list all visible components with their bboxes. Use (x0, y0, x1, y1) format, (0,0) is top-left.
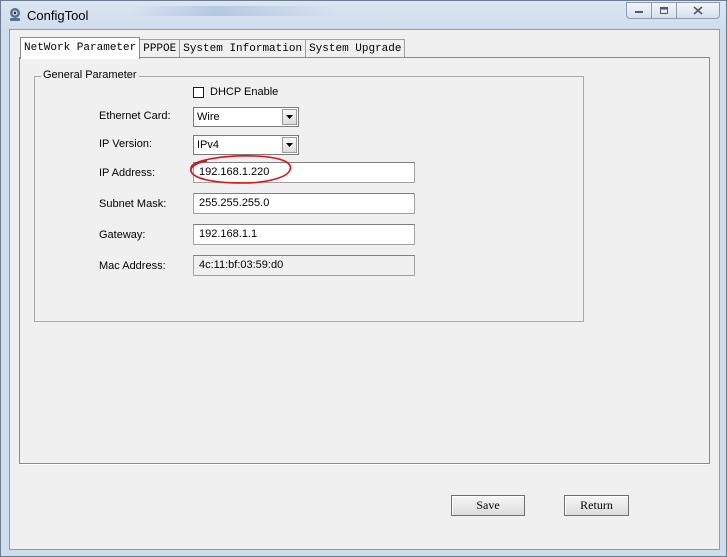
tab-system-upgrade[interactable]: System Upgrade (305, 39, 406, 58)
network-parameter-panel: General Parameter DHCP Enable Ethernet C… (19, 57, 710, 465)
gateway-value: 192.168.1.1 (199, 228, 258, 240)
ip-address-label: IP Address: (99, 167, 156, 179)
maximize-button[interactable] (652, 2, 677, 19)
title-bar-blur (131, 6, 341, 16)
ip-version-label: IP Version: (99, 138, 152, 150)
ip-address-value: 192.168.1.220 (199, 166, 270, 178)
app-camera-icon (7, 7, 23, 23)
mac-address-label: Mac Address: (99, 260, 166, 272)
gateway-input[interactable]: 192.168.1.1 (193, 224, 415, 245)
maximize-icon (660, 7, 668, 14)
close-icon (693, 6, 703, 15)
client-area: NetWork Parameter PPPOE System Informati… (9, 29, 720, 550)
dhcp-enable-row[interactable]: DHCP Enable (193, 86, 278, 98)
ip-version-dropdown-arrow[interactable] (282, 137, 297, 153)
mac-address-field: 4c:11:bf:03:59:d0 (193, 255, 415, 276)
tab-pppoe[interactable]: PPPOE (139, 39, 181, 58)
subnet-mask-value: 255.255.255.0 (199, 197, 270, 209)
group-legend: General Parameter (41, 69, 139, 81)
subnet-mask-input[interactable]: 255.255.255.0 (193, 193, 415, 214)
return-button[interactable]: Return (564, 495, 629, 516)
mac-address-value: 4c:11:bf:03:59:d0 (199, 259, 284, 271)
chevron-down-icon (286, 143, 293, 147)
dhcp-enable-label[interactable]: DHCP Enable (210, 86, 278, 98)
chevron-down-icon (286, 115, 293, 119)
window-title: ConfigTool (27, 8, 89, 23)
ip-address-input[interactable]: 192.168.1.220 (193, 162, 415, 183)
subnet-mask-label: Subnet Mask: (99, 198, 167, 210)
tab-strip: NetWork Parameter PPPOE System Informati… (20, 36, 406, 59)
ip-version-select[interactable]: IPv4 (193, 135, 299, 155)
gateway-label: Gateway: (99, 229, 146, 241)
minimize-button[interactable] (626, 2, 652, 19)
dhcp-enable-checkbox[interactable] (193, 86, 204, 98)
config-tool-window: ConfigTool NetWork Parameter PPPOE Syste… (0, 0, 727, 557)
save-button[interactable]: Save (451, 495, 525, 516)
close-button[interactable] (677, 2, 720, 19)
ethernet-card-dropdown-arrow[interactable] (282, 109, 297, 125)
ethernet-card-label: Ethernet Card: (99, 110, 171, 122)
ethernet-card-value: Wire (197, 111, 220, 123)
window-controls (626, 2, 720, 19)
minimize-icon (635, 10, 643, 13)
title-bar[interactable]: ConfigTool (1, 1, 726, 29)
general-parameter-group: General Parameter DHCP Enable Ethernet C… (34, 69, 584, 322)
ip-version-value: IPv4 (197, 139, 220, 151)
tab-network-parameter[interactable]: NetWork Parameter (20, 37, 141, 59)
tab-system-information[interactable]: System Information (179, 39, 307, 58)
ethernet-card-select[interactable]: Wire (193, 107, 299, 127)
